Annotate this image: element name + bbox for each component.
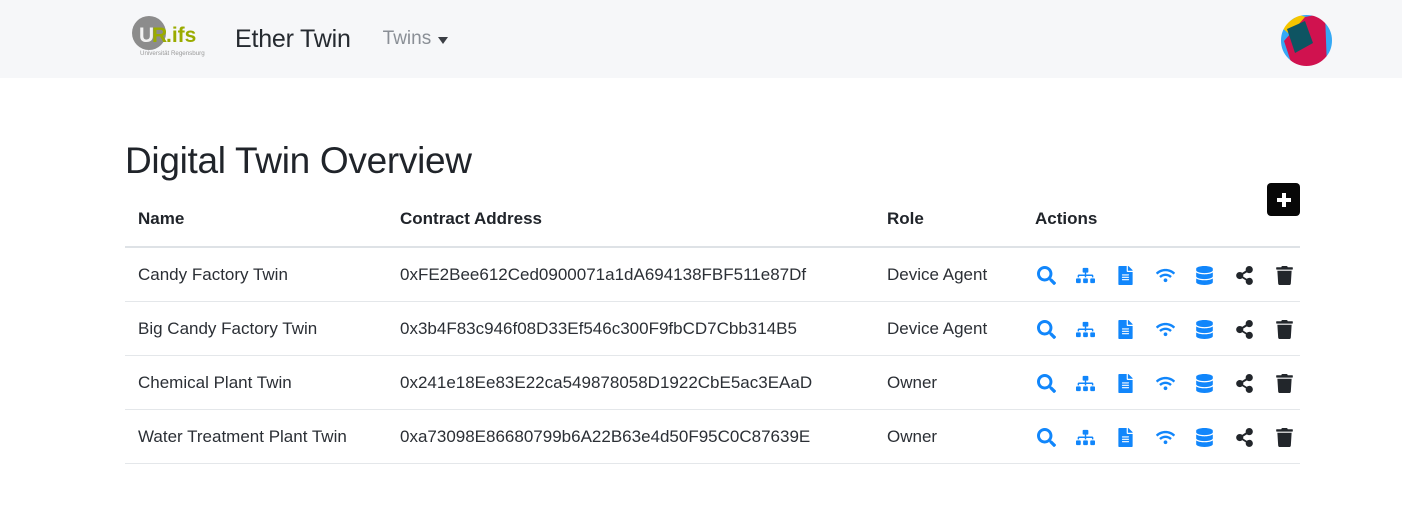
table-row: Chemical Plant Twin 0x241e18Ee83E22ca549…	[125, 355, 1300, 410]
user-avatar-logo[interactable]	[1279, 13, 1334, 68]
cell-twin-name: Chemical Plant Twin	[125, 355, 400, 410]
page-title: Digital Twin Overview	[125, 140, 472, 181]
table-row: Water Treatment Plant Twin 0xa73098E8668…	[125, 409, 1300, 464]
nav-item-twins-label: Twins	[382, 28, 432, 49]
wifi-icon[interactable]	[1154, 264, 1176, 286]
app-title: Ether Twin	[235, 24, 351, 53]
trash-icon[interactable]	[1273, 372, 1295, 394]
avatar-graphic	[1280, 14, 1333, 67]
sitemap-icon[interactable]	[1075, 318, 1097, 340]
search-icon[interactable]	[1035, 426, 1057, 448]
table-row: Candy Factory Twin 0xFE2Bee612Ced0900071…	[125, 247, 1300, 302]
sitemap-icon[interactable]	[1075, 372, 1097, 394]
search-icon[interactable]	[1035, 372, 1057, 394]
column-header-name: Name	[125, 209, 400, 248]
chevron-down-icon	[438, 37, 449, 44]
cell-role: Owner	[887, 355, 1035, 410]
table-body: Candy Factory Twin 0xFE2Bee612Ced0900071…	[125, 247, 1300, 464]
database-icon[interactable]	[1194, 318, 1216, 340]
file-icon[interactable]	[1114, 318, 1136, 340]
search-icon[interactable]	[1035, 318, 1057, 340]
trash-icon[interactable]	[1273, 318, 1295, 340]
svg-text:.ifs: .ifs	[166, 24, 196, 47]
svg-text:Universität Regensburg: Universität Regensburg	[140, 50, 205, 57]
sitemap-icon[interactable]	[1075, 264, 1097, 286]
cell-role: Device Agent	[887, 247, 1035, 302]
share-icon[interactable]	[1234, 264, 1256, 286]
table-row: Big Candy Factory Twin 0x3b4F83c946f08D3…	[125, 301, 1300, 356]
table-header: Name Contract Address Role Actions	[125, 209, 1300, 248]
share-icon[interactable]	[1234, 426, 1256, 448]
ur-ifs-logo[interactable]: U R .ifs Universität Regensburg	[125, 13, 211, 65]
svg-text:R: R	[152, 24, 167, 47]
file-icon[interactable]	[1114, 264, 1136, 286]
share-icon[interactable]	[1234, 318, 1256, 340]
column-header-actions: Actions	[1035, 209, 1300, 248]
ur-ifs-logo-graphic: U R .ifs Universität Regensburg	[132, 16, 205, 57]
cell-twin-name: Water Treatment Plant Twin	[125, 409, 400, 464]
cell-actions	[1035, 247, 1300, 302]
database-icon[interactable]	[1194, 372, 1216, 394]
cell-actions	[1035, 409, 1300, 464]
sitemap-icon[interactable]	[1075, 426, 1097, 448]
trash-icon[interactable]	[1273, 264, 1295, 286]
cell-contract-address: 0x241e18Ee83E22ca549878058D1922CbE5ac3EA…	[400, 355, 887, 410]
cell-twin-name: Candy Factory Twin	[125, 247, 400, 302]
digital-twin-table: Name Contract Address Role Actions Candy…	[125, 209, 1300, 464]
file-icon[interactable]	[1114, 426, 1136, 448]
plus-icon	[1276, 192, 1291, 207]
add-twin-button[interactable]	[1267, 183, 1300, 216]
cell-twin-name: Big Candy Factory Twin	[125, 301, 400, 356]
top-navbar: U R .ifs Universität Regensburg Ether Tw…	[0, 0, 1402, 78]
cell-contract-address: 0xFE2Bee612Ced0900071a1dA694138FBF511e87…	[400, 247, 887, 302]
column-header-role: Role	[887, 209, 1035, 248]
search-icon[interactable]	[1035, 264, 1057, 286]
database-icon[interactable]	[1194, 264, 1216, 286]
nav-item-twins[interactable]: Twins	[383, 28, 449, 50]
column-header-contract-address: Contract Address	[400, 209, 887, 248]
trash-icon[interactable]	[1273, 426, 1295, 448]
share-icon[interactable]	[1234, 372, 1256, 394]
cell-contract-address: 0x3b4F83c946f08D33Ef546c300F9fbCD7Cbb314…	[400, 301, 887, 356]
cell-contract-address: 0xa73098E86680799b6A22B63e4d50F95C0C8763…	[400, 409, 887, 464]
cell-actions	[1035, 355, 1300, 410]
cell-role: Owner	[887, 409, 1035, 464]
main-content: Digital Twin Overview Name Contract Addr…	[0, 78, 1402, 464]
wifi-icon[interactable]	[1154, 318, 1176, 340]
cell-role: Device Agent	[887, 301, 1035, 356]
table-header-row: Name Contract Address Role Actions	[125, 209, 1300, 248]
file-icon[interactable]	[1114, 372, 1136, 394]
cell-actions	[1035, 301, 1300, 356]
database-icon[interactable]	[1194, 426, 1216, 448]
wifi-icon[interactable]	[1154, 372, 1176, 394]
wifi-icon[interactable]	[1154, 426, 1176, 448]
brand-group: U R .ifs Universität Regensburg Ether Tw…	[125, 13, 449, 65]
